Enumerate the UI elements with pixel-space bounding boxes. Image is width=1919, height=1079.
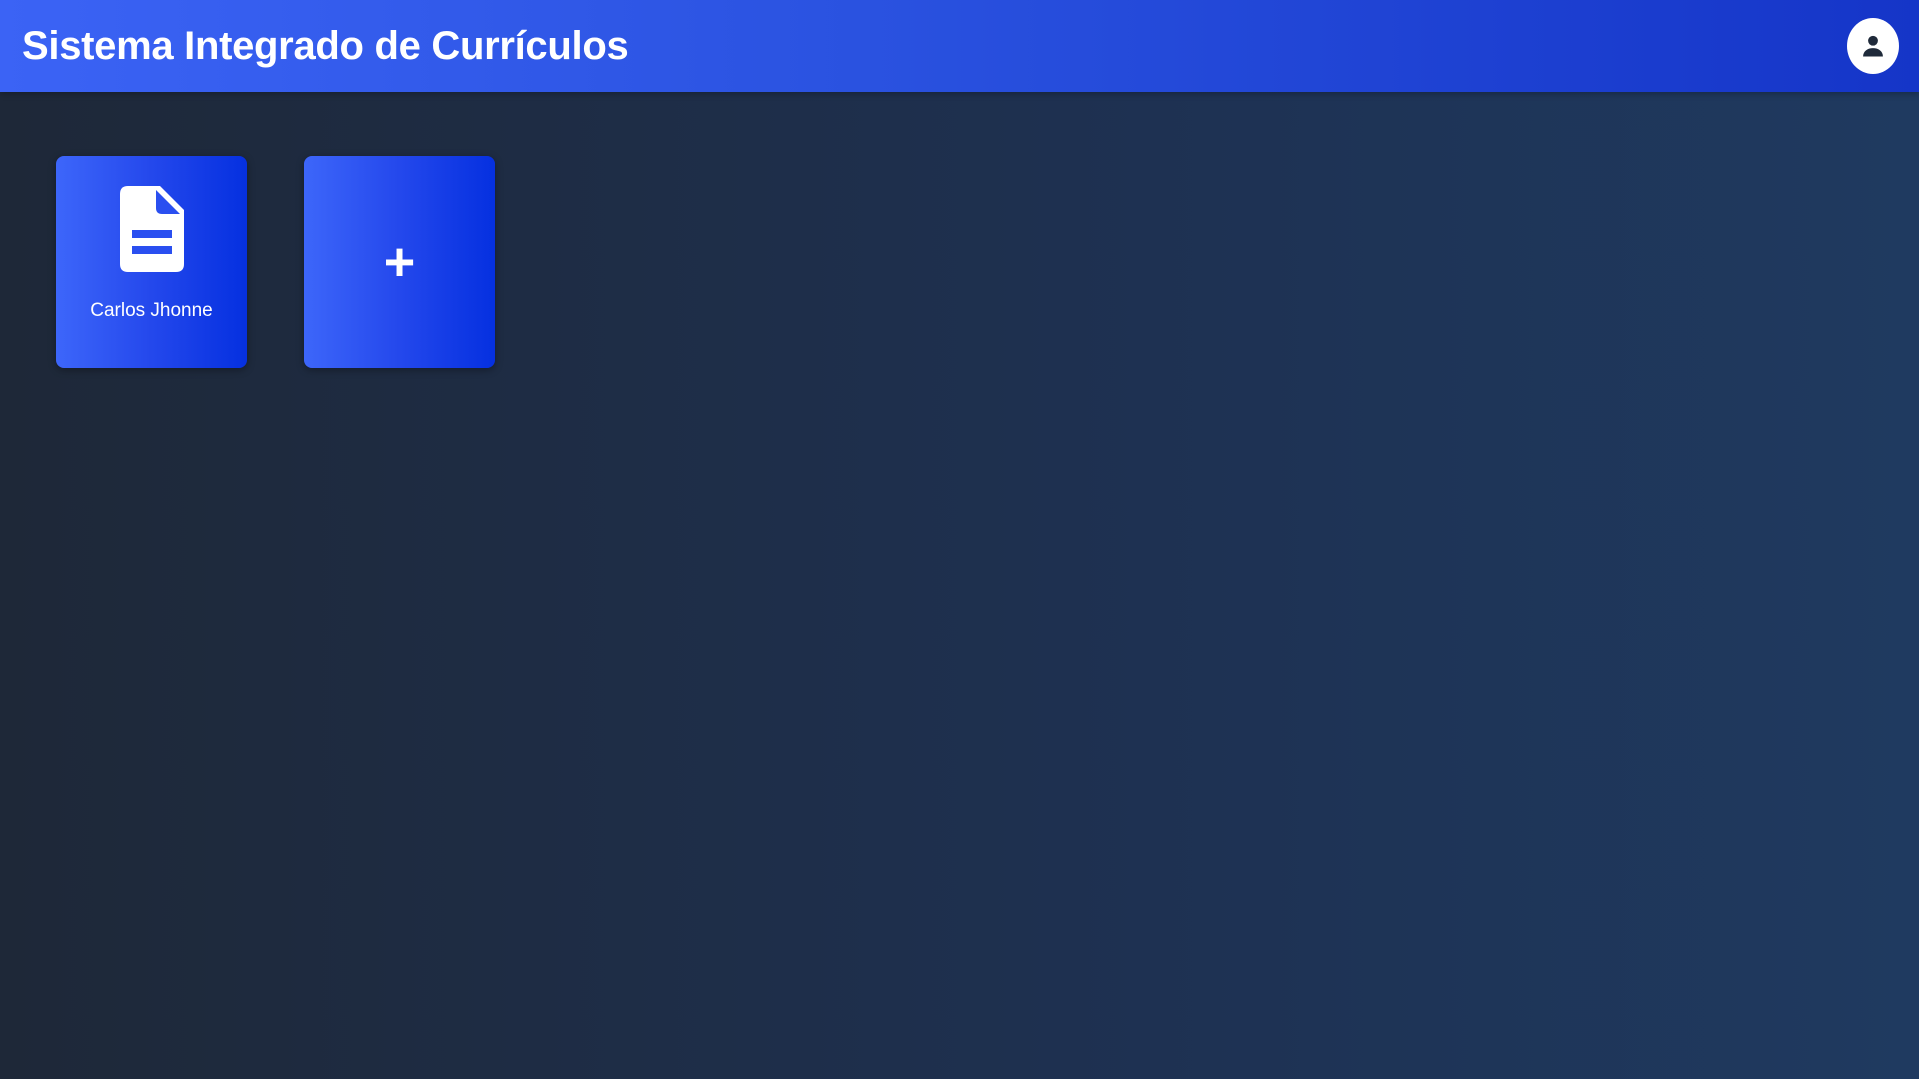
resume-card[interactable]: Carlos Jhonne xyxy=(56,156,247,368)
add-resume-button[interactable]: + xyxy=(304,156,495,368)
profile-button[interactable] xyxy=(1847,18,1899,74)
app-header: Sistema Integrado de Currículos xyxy=(0,0,1919,92)
document-icon xyxy=(120,186,184,272)
user-icon xyxy=(1863,35,1883,57)
resume-card-label: Carlos Jhonne xyxy=(90,300,213,321)
plus-icon: + xyxy=(383,232,416,292)
app-title: Sistema Integrado de Currículos xyxy=(22,24,629,68)
